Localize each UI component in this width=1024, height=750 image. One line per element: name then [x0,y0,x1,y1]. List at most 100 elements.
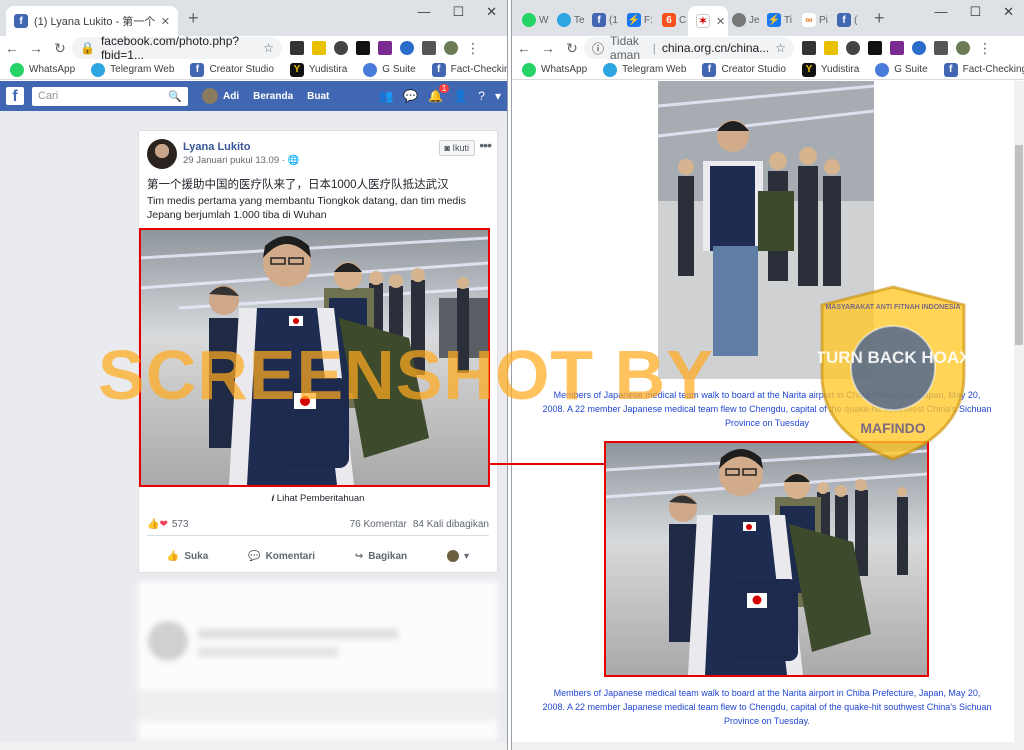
bookmark-yudistira[interactable]: Y Yudistira [801,62,859,77]
close-tab-icon[interactable]: ✕ [716,15,725,28]
post-text-indonesian: Tim medis pertama yang membantu Tiongkok… [147,195,466,221]
post-date: 29 Januari pukul 13.09 · 🌐 [183,155,300,166]
extension-icon[interactable] [868,41,882,55]
vertical-scrollbar[interactable] [1014,81,1024,750]
extension-icon[interactable] [912,41,926,55]
bookmark-yudistira[interactable]: Y Yudistira [289,62,347,77]
bookmark-fact-checking[interactable]: fFact-Checking [943,62,1024,77]
close-window-button[interactable]: ✕ [1003,4,1014,20]
url-text: facebook.com/photo.php?fbid=1... [100,34,240,62]
extension-icon[interactable] [824,41,838,55]
new-tab-button[interactable]: + [188,8,199,28]
bookmark-telegram[interactable]: Telegram Web [603,62,686,77]
back-icon[interactable]: ← [0,40,24,56]
home-link[interactable]: Beranda [253,91,293,102]
reload-icon[interactable]: ↻ [48,40,72,57]
bookmark-whatsapp[interactable]: WhatsApp [10,62,75,77]
share-icon: ↪ [354,550,364,562]
star-icon[interactable]: ☆ [263,41,274,55]
bookmark-gsuite[interactable]: G Suite [363,62,416,77]
horizontal-scrollbar[interactable] [512,742,1024,750]
quick-help-icon[interactable]: 👤 [453,89,468,103]
profile-link[interactable]: Adi [202,88,239,104]
forward-icon[interactable]: → [536,40,560,56]
window-controls: — ☐ ✕ [417,4,497,20]
facebook-icon: f [943,62,958,77]
tab-china-org-active[interactable]: ✶ ✕ [688,6,728,36]
share-count[interactable]: 84 Kali dibagikan [413,519,489,530]
globe-icon [732,13,746,27]
menu-dots-icon[interactable]: ⋮ [466,40,480,57]
tab-facebook[interactable]: f (1 [592,9,618,31]
close-tab-icon[interactable]: ✕ [161,15,170,28]
share-button[interactable]: ↪ Bagikan [355,551,407,562]
url-text: china.org.cn/china... [661,41,770,55]
bookmark-telegram[interactable]: Telegram Web [91,62,174,77]
tab-whatsapp[interactable]: W [522,9,548,31]
facebook-search-input[interactable]: Cari 🔍 [32,86,188,106]
post-options-icon[interactable]: ••• [479,137,492,153]
bookmark-creator-studio[interactable]: f Creator Studio [190,62,274,77]
extension-icon[interactable] [422,41,436,55]
back-icon[interactable]: ← [512,40,536,56]
address-bar[interactable]: ⓘ Tidak aman | china.org.cn/china... ☆ [584,34,794,62]
facebook-logo-icon[interactable]: f [6,87,24,105]
search-icon[interactable]: 🔍 [168,90,182,103]
close-window-button[interactable]: ✕ [486,4,497,20]
minimize-button[interactable]: — [417,4,430,20]
bookmark-whatsapp[interactable]: WhatsApp [522,62,587,77]
help-icon[interactable]: ? [478,89,485,103]
extension-icon[interactable] [934,41,948,55]
extension-icon[interactable] [378,41,392,55]
comment-button[interactable]: 💬 Komentari [248,551,315,562]
messenger-icon[interactable]: 💬 [403,89,418,103]
tab-je[interactable]: Je [732,9,760,31]
maximize-button[interactable]: ☐ [452,4,464,20]
profile-avatar[interactable] [956,41,970,55]
extension-icon[interactable] [890,41,904,55]
tab-telegram[interactable]: Te [557,9,585,31]
tab-fb2[interactable]: f( [837,9,857,31]
create-link[interactable]: Buat [307,91,329,102]
extension-icon[interactable] [334,41,348,55]
minimize-button[interactable]: — [934,4,947,20]
maximize-button[interactable]: ☐ [969,4,981,20]
notice-link[interactable]: i Lihat Pemberitahuan [139,493,497,504]
tab-facebook[interactable]: f (1) Lyana Lukito - 第一个援助中国… ✕ [6,6,178,36]
comment-count[interactable]: 76 Komentar [350,519,407,530]
profile-avatar[interactable] [444,41,458,55]
tab-ti[interactable]: ⚡ Ti [767,9,792,31]
notifications-icon[interactable]: 🔔 1 [428,84,450,103]
tab-fb-tool[interactable]: ⚡ F: [627,9,653,31]
scrollbar-thumb[interactable] [1015,145,1023,345]
extension-icon[interactable] [312,41,326,55]
tab-c[interactable]: 6C [662,9,686,31]
friends-icon[interactable]: 👥 [378,89,393,103]
extension-icon[interactable] [846,41,860,55]
post-author[interactable]: Lyana Lukito [183,141,250,153]
tab-pi[interactable]: ∞ Pi [802,9,828,31]
extension-icon[interactable] [356,41,370,55]
like-button[interactable]: 👍 Suka [167,551,208,562]
audience-selector[interactable]: ▾ [447,550,469,562]
blurred-card [138,581,498,741]
star-icon[interactable]: ☆ [775,41,786,55]
menu-dots-icon[interactable]: ⋮ [978,40,992,57]
reload-icon[interactable]: ↻ [560,40,584,57]
address-bar[interactable]: 🔒 facebook.com/photo.php?fbid=1... ☆ [72,34,282,62]
follow-button[interactable]: ◙ Ikuti [438,140,475,156]
horizontal-scrollbar[interactable] [0,742,507,750]
forward-icon[interactable]: → [24,40,48,56]
extension-icon[interactable] [802,41,816,55]
bookmark-gsuite[interactable]: G Suite [875,62,928,77]
bookmark-creator-studio[interactable]: f Creator Studio [702,62,786,77]
extension-icon[interactable] [290,41,304,55]
account-menu-icon[interactable]: ▾ [495,89,501,103]
bookmark-fact-checking[interactable]: fFact-Checking [431,62,507,77]
extension-icon[interactable] [400,41,414,55]
reaction-count[interactable]: 573 [172,519,189,530]
new-tab-button[interactable]: + [874,8,885,28]
telegram-icon [603,62,618,77]
globe-icon: 🌐 [287,155,300,166]
author-avatar[interactable] [147,139,177,169]
